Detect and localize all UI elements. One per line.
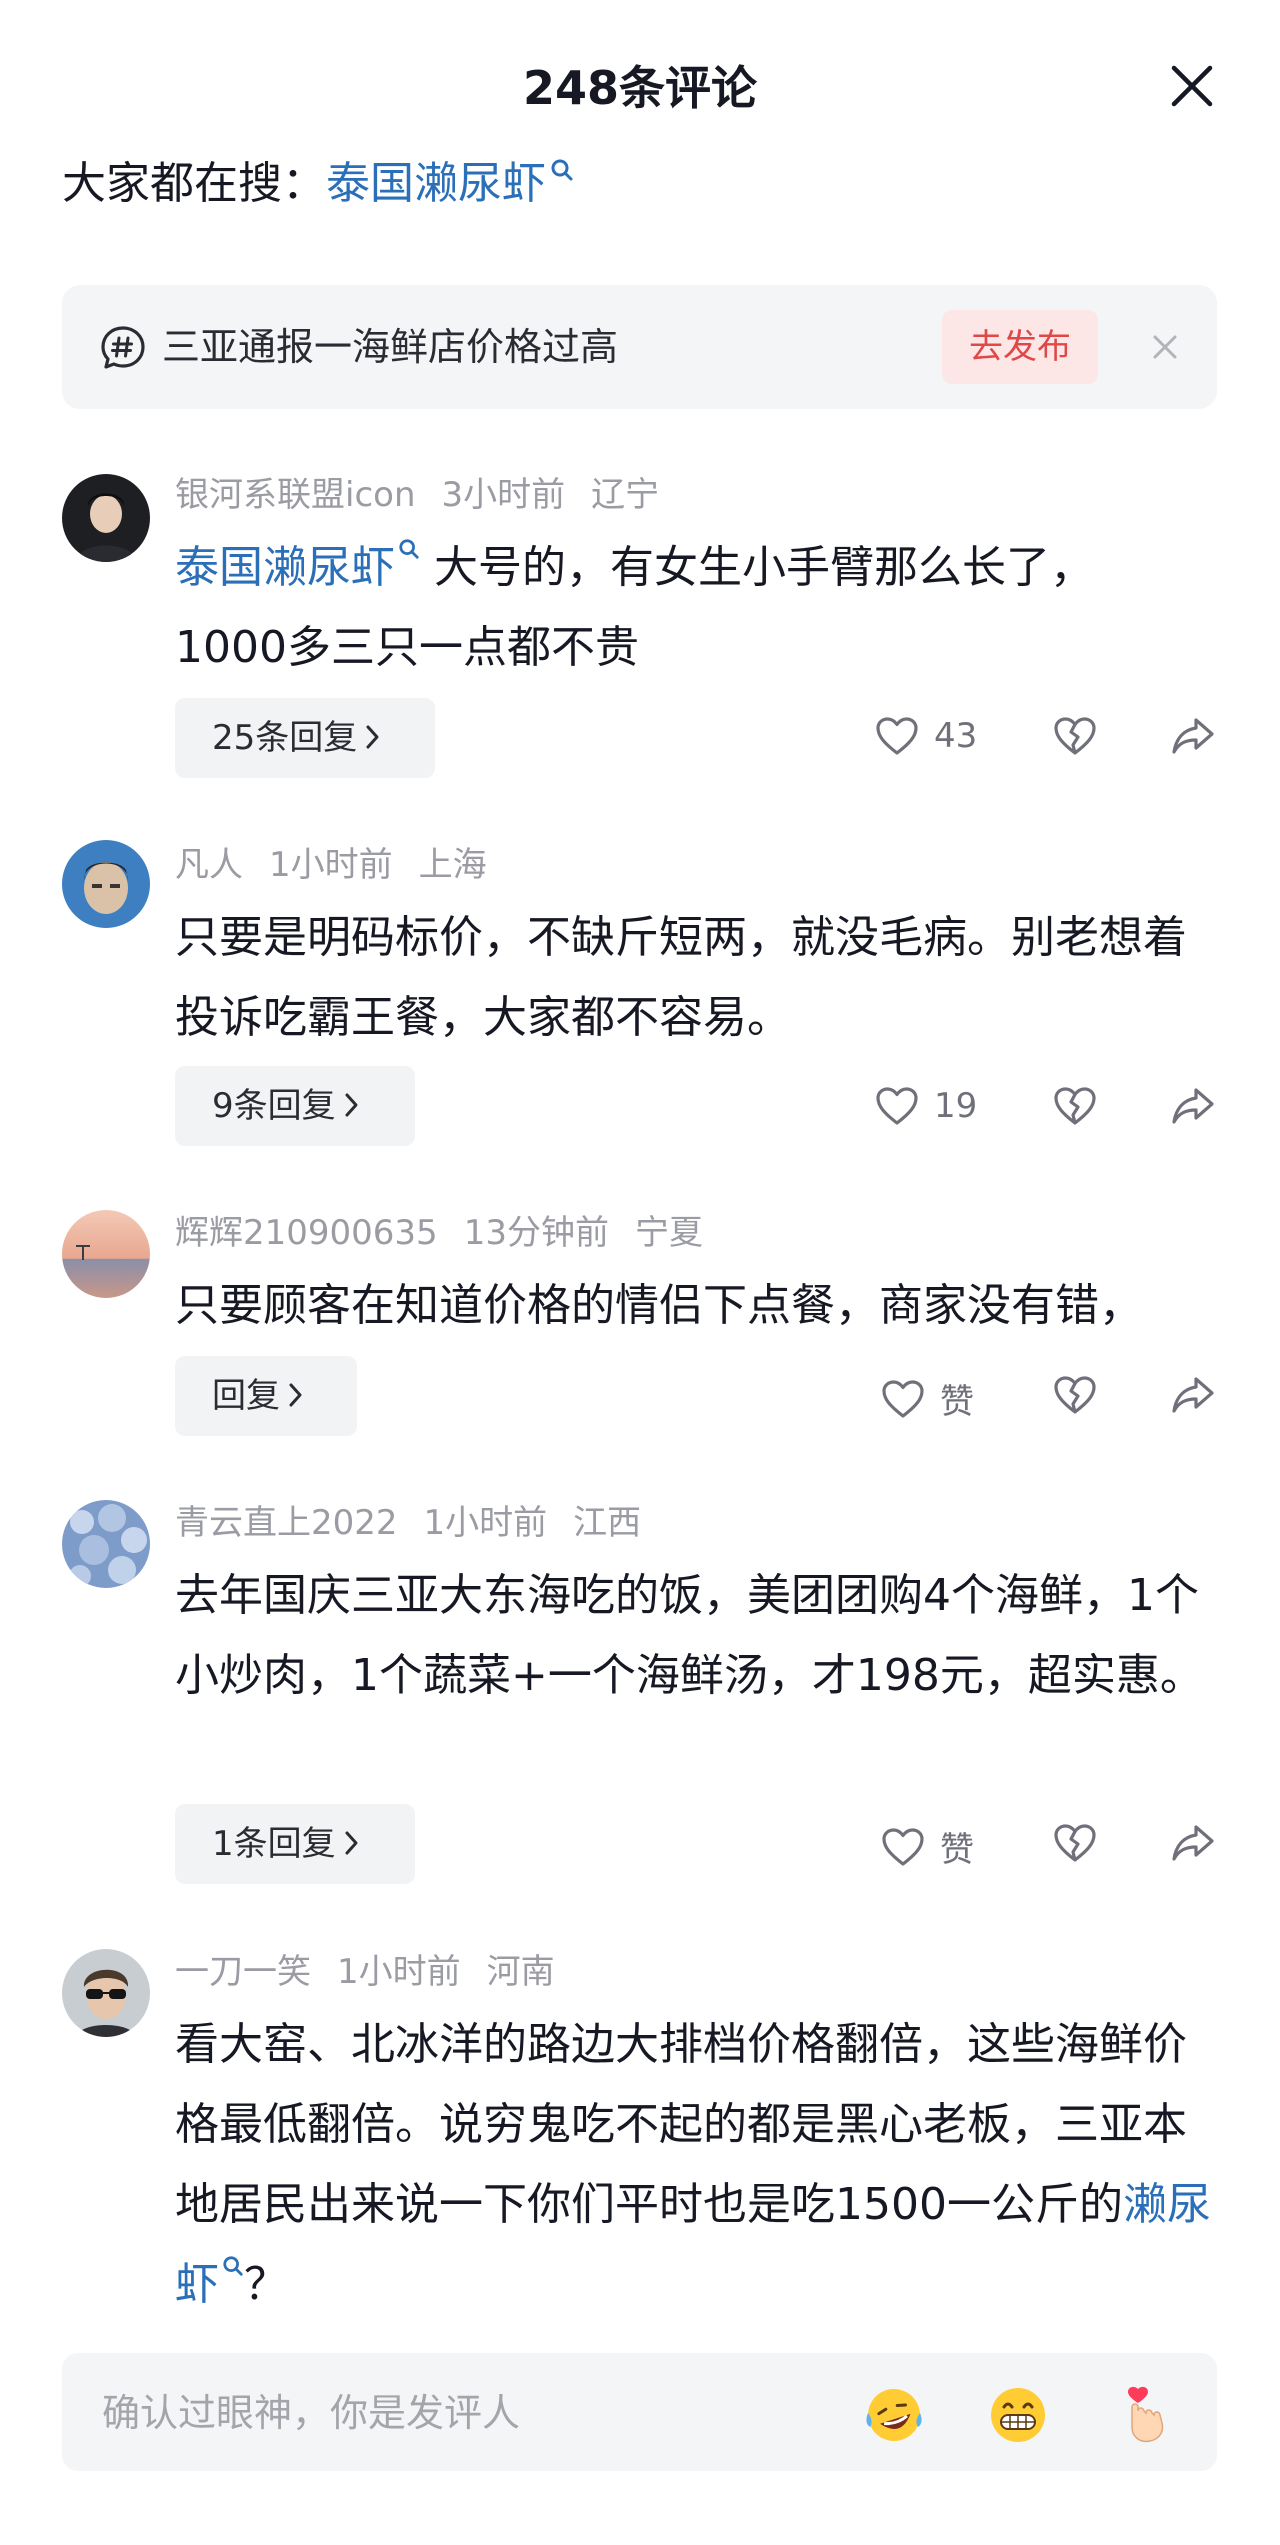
like-count: 19: [934, 1086, 978, 1126]
heart-icon: [882, 1827, 924, 1866]
reply-count-label: 1条回复: [212, 1824, 336, 1864]
close-topic-icon[interactable]: [1147, 329, 1183, 365]
chevron-right-icon: [289, 1383, 302, 1406]
comment-input-bar: [62, 2353, 1217, 2471]
view-replies-button[interactable]: 25条回复: [175, 698, 435, 778]
comments-header: 248条评论: [0, 0, 1280, 150]
share-icon[interactable]: [1170, 1374, 1216, 1416]
chevron-right-icon: [345, 1831, 358, 1854]
comment-text: 泰国濑尿虾 大号的，有女生小手臂那么长了， 1000多三只一点都不贵: [175, 528, 1225, 688]
like-count: 赞: [940, 1382, 974, 1422]
comments-panel: 248条评论 大家都在搜：泰国濑尿虾 三亚通报一海鲜店价格过高 去发布 银河系联…: [0, 0, 1280, 2545]
comment-text: 去年国庆三亚大东海吃的饭，美团团购4个海鲜，1个小炒肉，1个蔬菜+一个海鲜汤，才…: [175, 1570, 1204, 1701]
username[interactable]: 辉辉210900635: [175, 1213, 438, 1253]
search-icon[interactable]: [222, 2255, 244, 2277]
like-button[interactable]: 19: [874, 1085, 977, 1127]
reply-label: 回复: [212, 1376, 280, 1416]
comment-input[interactable]: [100, 2377, 864, 2449]
broken-heart-icon[interactable]: [1052, 1822, 1098, 1864]
avatar[interactable]: [62, 1500, 150, 1588]
like-count: 43: [934, 716, 978, 756]
username[interactable]: 青云直上2022: [175, 1503, 398, 1543]
search-suggestion-label: 大家都在搜：: [62, 158, 326, 209]
broken-heart-icon[interactable]: [1052, 1374, 1098, 1416]
comment-text: 只要顾客在知道价格的情侣下点餐，商家没有错，: [175, 1280, 1143, 1331]
comment-meta: 一刀一笑 1小时前 河南: [175, 1947, 555, 1997]
avatar[interactable]: [62, 1949, 150, 2037]
reply-count-label: 9条回复: [212, 1086, 336, 1126]
topic-banner[interactable]: 三亚通报一海鲜店价格过高 去发布: [62, 285, 1217, 409]
location: 上海: [418, 845, 487, 885]
comment-text: 只要是明码标价，不缺斤短两，就没毛病。别老想着投诉吃霸王餐，大家都不容易。: [175, 912, 1187, 1043]
comments-count-title: 248条评论: [522, 61, 758, 115]
username[interactable]: 一刀一笑: [175, 1952, 311, 1992]
publish-button[interactable]: 去发布: [942, 310, 1098, 384]
grinning-emoji-icon[interactable]: [986, 2383, 1050, 2447]
finger-heart-emoji-icon[interactable]: [1110, 2383, 1174, 2447]
comment-text-part: 看大窑、北冰洋的路边大排档价格翻倍，这些海鲜价格最低翻倍。说穷鬼吃不起的都是黑心…: [175, 2019, 1187, 2230]
username[interactable]: 银河系联盟icon: [175, 475, 416, 515]
laughing-crying-emoji-icon[interactable]: [862, 2383, 926, 2447]
comment-meta: 凡人 1小时前 上海: [175, 840, 487, 890]
search-suggestion-term[interactable]: 泰国濑尿虾: [326, 158, 546, 209]
comment-text-part: 1000多三只一点都不贵: [175, 622, 639, 673]
topic-text: 三亚通报一海鲜店价格过高: [162, 325, 619, 369]
timestamp: 1小时前: [423, 1503, 548, 1543]
location: 宁夏: [634, 1213, 703, 1253]
search-icon[interactable]: [398, 538, 420, 560]
like-button[interactable]: 赞: [880, 1822, 974, 1871]
avatar[interactable]: [62, 1210, 150, 1298]
keyword-link[interactable]: 泰国濑尿虾: [175, 542, 395, 593]
chevron-right-icon: [366, 725, 379, 748]
username[interactable]: 凡人: [175, 845, 243, 885]
share-icon[interactable]: [1170, 715, 1216, 757]
reply-button[interactable]: 回复: [175, 1356, 357, 1436]
comment-meta: 银河系联盟icon 3小时前 辽宁: [175, 470, 659, 520]
hashtag-bubble-icon: [101, 326, 145, 369]
chevron-right-icon: [345, 1093, 358, 1116]
avatar[interactable]: [62, 474, 150, 562]
reply-count-label: 25条回复: [212, 718, 358, 758]
comment-text-part: ？: [244, 2259, 288, 2310]
share-icon[interactable]: [1170, 1085, 1216, 1127]
like-button[interactable]: 赞: [880, 1374, 974, 1423]
comment-text-part: 大号的，有女生小手臂那么长了，: [420, 542, 1094, 593]
location: 辽宁: [591, 475, 660, 515]
like-count: 赞: [940, 1830, 974, 1870]
timestamp: 1小时前: [269, 845, 393, 885]
avatar[interactable]: [62, 840, 150, 928]
heart-icon: [882, 1379, 924, 1418]
heart-icon: [876, 717, 918, 755]
broken-heart-icon[interactable]: [1052, 1085, 1098, 1127]
timestamp: 3小时前: [441, 475, 566, 515]
search-suggestion: 大家都在搜：泰国濑尿虾: [62, 152, 574, 216]
view-replies-button[interactable]: 1条回复: [175, 1804, 415, 1884]
timestamp: 1小时前: [337, 1952, 461, 1992]
comment-meta: 青云直上2022 1小时前 江西: [175, 1498, 641, 1548]
close-icon[interactable]: [1162, 56, 1222, 116]
view-replies-button[interactable]: 9条回复: [175, 1066, 415, 1146]
comment-text: 看大窑、北冰洋的路边大排档价格翻倍，这些海鲜价格最低翻倍。说穷鬼吃不起的都是黑心…: [175, 2005, 1225, 2325]
like-button[interactable]: 43: [874, 715, 977, 757]
share-icon[interactable]: [1170, 1822, 1216, 1864]
timestamp: 13分钟前: [463, 1213, 609, 1253]
comment-meta: 辉辉210900635 13分钟前 宁夏: [175, 1208, 703, 1258]
location: 江西: [573, 1503, 642, 1543]
broken-heart-icon[interactable]: [1052, 715, 1098, 757]
heart-icon: [876, 1087, 918, 1125]
location: 河南: [486, 1952, 555, 1992]
search-icon[interactable]: [550, 158, 574, 182]
